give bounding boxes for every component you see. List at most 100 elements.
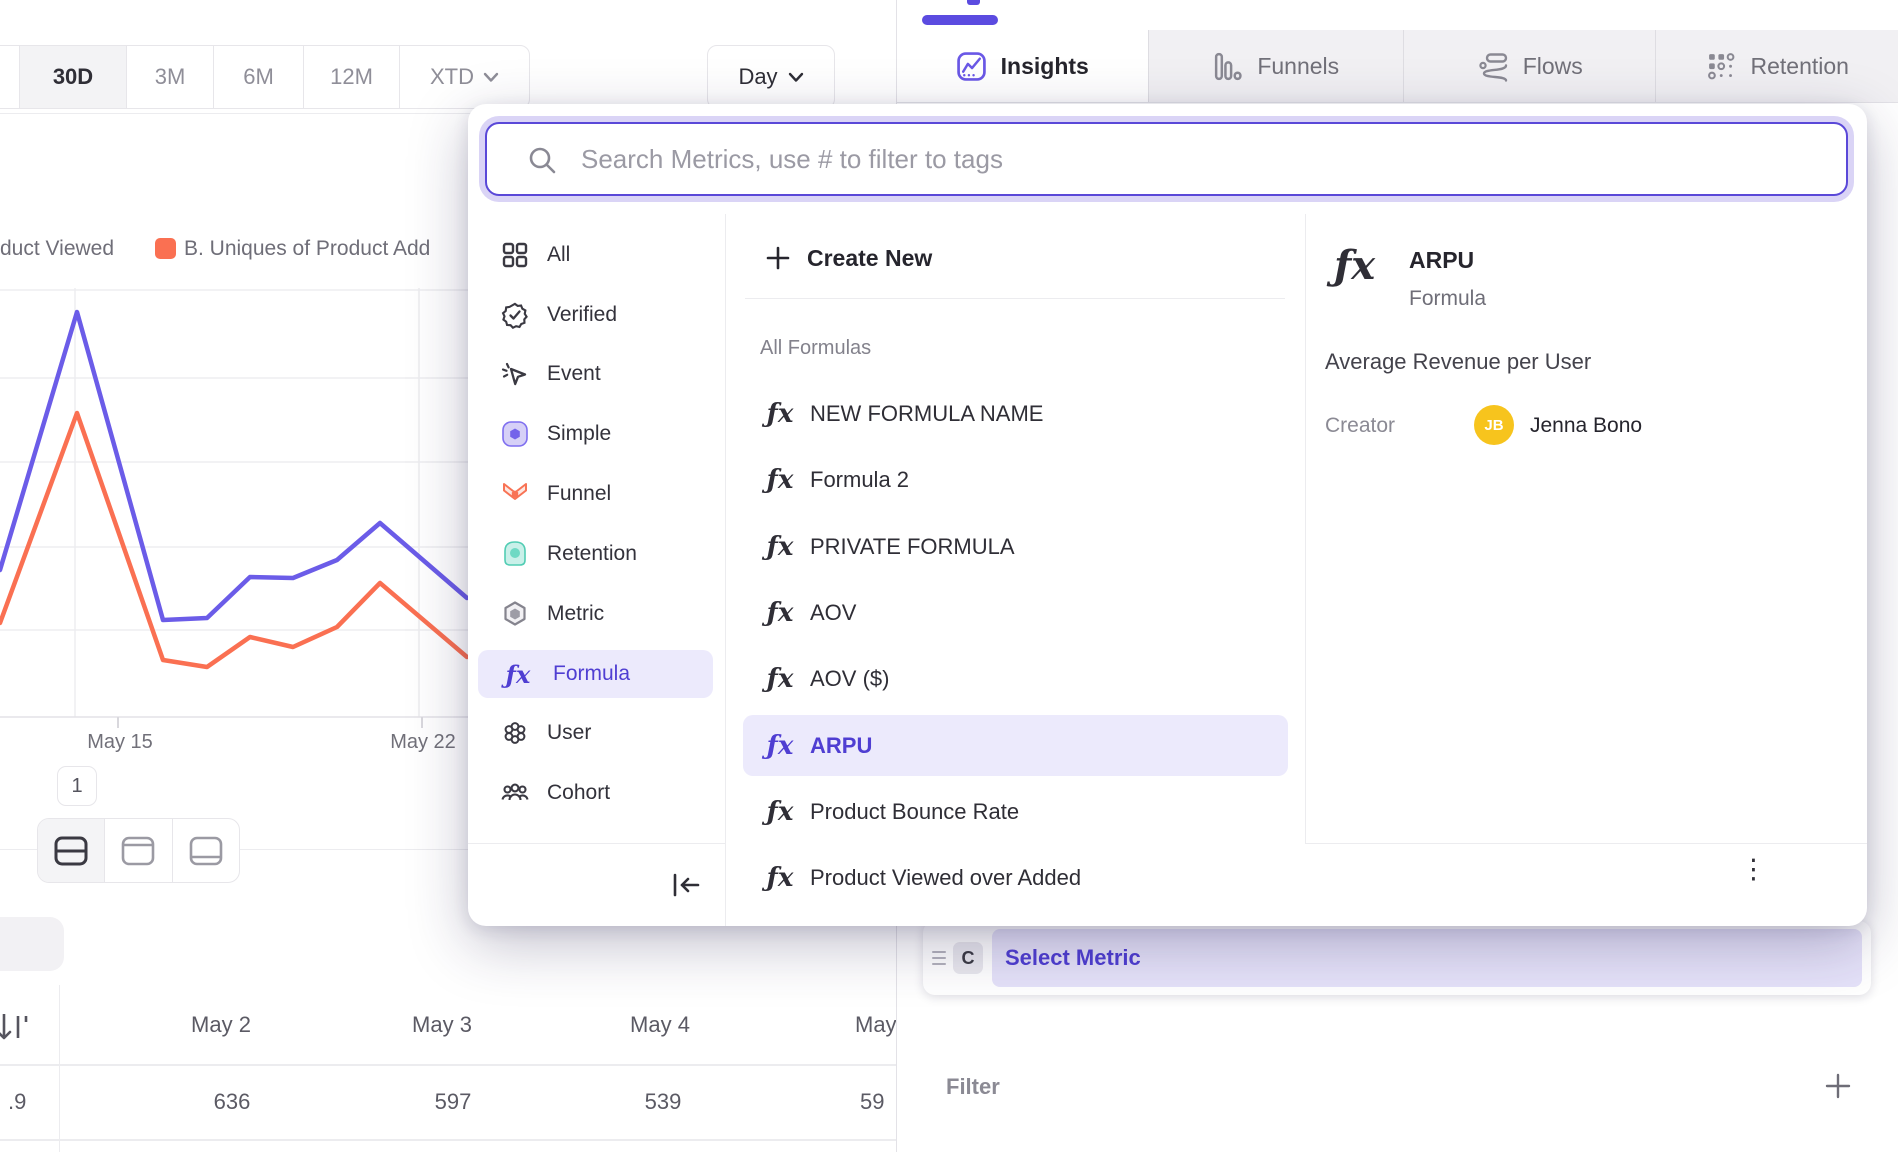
collapse-sidebar-icon[interactable]: [670, 871, 702, 899]
table-cell: 59: [860, 1089, 884, 1115]
select-metric-label: Select Metric: [1005, 945, 1141, 971]
date-range-xtd-label: XTD: [430, 64, 474, 90]
select-metric-button[interactable]: Select Metric: [992, 929, 1862, 987]
pagination-page-button[interactable]: 1: [57, 766, 97, 806]
date-range-6m[interactable]: 6M: [213, 46, 303, 108]
table-header[interactable]: May 4: [630, 1012, 690, 1038]
granularity-label: Day: [738, 64, 777, 90]
table-header[interactable]: May: [855, 1012, 897, 1038]
create-new-button[interactable]: Create New: [725, 234, 1305, 282]
formula-list-item[interactable]: ƒxPRIVATE FORMULA: [725, 520, 1305, 574]
sidebar-item-retention[interactable]: Retention: [468, 530, 713, 578]
breakdown-chip: [0, 917, 64, 971]
formula-list-item[interactable]: ƒx NEW FORMULA NAME: [725, 387, 1305, 441]
tab-label: Flows: [1523, 53, 1583, 80]
sidebar-item-all[interactable]: All: [468, 231, 713, 279]
event-click-icon: [500, 359, 530, 389]
formula-list-item[interactable]: ƒxProduct Bounce Rate: [725, 785, 1305, 839]
formula-item-label: NEW FORMULA NAME: [810, 401, 1043, 427]
search-input[interactable]: [485, 122, 1848, 196]
simple-metric-icon: [500, 419, 530, 449]
tab-retention[interactable]: Retention: [1655, 30, 1898, 102]
formula-item-label: Product Viewed over Added: [810, 865, 1081, 891]
table-row-label-fragment: .9: [8, 1089, 26, 1115]
top-panel-icon: [120, 835, 156, 867]
x-axis-label: May 15: [87, 731, 153, 754]
date-range-cutoff[interactable]: [0, 46, 19, 108]
active-report-indicator: [922, 15, 998, 25]
sidebar-item-label: Event: [547, 362, 601, 386]
insights-icon: [956, 51, 987, 82]
date-range-group: 30D 3M 6M 12M XTD: [0, 45, 530, 109]
formula-list-item[interactable]: ƒx Product Viewed over Added: [725, 851, 1305, 905]
legend-swatch-b: [155, 238, 176, 259]
avatar: JB: [1474, 405, 1514, 445]
date-range-3m[interactable]: 3M: [126, 46, 213, 108]
add-filter-button[interactable]: [1824, 1072, 1852, 1100]
layout-bottom-panel-button[interactable]: [172, 819, 239, 882]
tab-label: Insights: [1001, 53, 1089, 80]
sidebar-item-metric[interactable]: Metric: [468, 590, 713, 638]
date-range-12m[interactable]: 12M: [303, 46, 399, 108]
funnels-icon: [1212, 51, 1243, 82]
table-cell: 636: [214, 1089, 251, 1115]
sidebar-footer-divider: [468, 843, 725, 844]
tab-insights[interactable]: Insights: [897, 30, 1148, 102]
sidebar-item-funnel[interactable]: Funnel: [468, 470, 713, 518]
table-cell: 539: [645, 1089, 682, 1115]
sidebar-item-verified[interactable]: Verified: [468, 291, 713, 339]
granularity-dropdown[interactable]: Day: [707, 45, 835, 109]
retention-icon: [1706, 51, 1737, 82]
tab-funnels[interactable]: Funnels: [1148, 30, 1403, 102]
metric-hexagon-icon: [500, 599, 530, 629]
formula-list-item[interactable]: ƒxAOV: [725, 586, 1305, 640]
tab-flows[interactable]: Flows: [1403, 30, 1656, 102]
tab-label: Retention: [1751, 53, 1849, 80]
kebab-menu-icon[interactable]: ⋮: [1740, 856, 1767, 883]
sidebar-item-formula[interactable]: ƒx Formula: [478, 650, 713, 698]
list-divider: [745, 298, 1285, 299]
formula-icon: ƒx: [762, 399, 798, 429]
layout-split-horizontal-button[interactable]: [38, 819, 104, 882]
layout-top-panel-button[interactable]: [104, 819, 171, 882]
drag-handle-icon[interactable]: [932, 951, 946, 965]
formula-item-label: PRIVATE FORMULA: [810, 534, 1015, 560]
sidebar-item-label: User: [547, 721, 591, 745]
formula-list-item[interactable]: ƒxAOV ($): [725, 652, 1305, 706]
creator-name: Jenna Bono: [1530, 414, 1642, 438]
date-range-30d[interactable]: 30D: [19, 46, 126, 108]
detail-creator-label: Creator: [1325, 414, 1395, 438]
formula-icon: ƒx: [500, 659, 536, 689]
table-header[interactable]: May 2: [191, 1012, 251, 1038]
legend-item-a[interactable]: duct Viewed: [0, 237, 114, 261]
sidebar-item-event[interactable]: Event: [468, 350, 713, 398]
formula-icon: ƒx: [762, 863, 798, 893]
sidebar-item-user[interactable]: User: [468, 709, 713, 757]
verified-badge-icon: [500, 300, 530, 330]
table-row-divider: [0, 1064, 896, 1066]
detail-footer-divider: [1305, 843, 1867, 844]
funnel-metric-icon: [500, 479, 530, 509]
formula-item-label: AOV ($): [810, 666, 889, 692]
sidebar-item-cohort[interactable]: Cohort: [468, 769, 713, 817]
formula-list-item[interactable]: ƒxFormula 2: [725, 453, 1305, 507]
cohort-people-icon: [500, 778, 530, 808]
sidebar-item-label: Simple: [547, 422, 611, 446]
split-horizontal-icon: [53, 835, 89, 867]
retention-metric-icon: [500, 539, 530, 569]
sidebar-item-label: Cohort: [547, 781, 610, 805]
sort-icon[interactable]: [0, 1010, 34, 1044]
formula-list-item-selected[interactable]: ƒxARPU: [743, 715, 1288, 776]
legend-item-b[interactable]: B. Uniques of Product Add: [184, 237, 430, 261]
sidebar-item-label: Funnel: [547, 482, 611, 506]
search-field-wrap: [485, 122, 1848, 196]
detail-type-label: Formula: [1409, 287, 1486, 311]
analytics-app: 30D 3M 6M 12M XTD Day duct Viewed B. Uni…: [0, 0, 1898, 1152]
formula-icon: ƒx: [762, 465, 798, 495]
table-header[interactable]: May 3: [412, 1012, 472, 1038]
sidebar-item-simple[interactable]: Simple: [468, 410, 713, 458]
list-section-header: All Formulas: [760, 337, 871, 360]
search-icon: [527, 145, 557, 175]
plus-icon: [765, 245, 791, 271]
date-range-xtd[interactable]: XTD: [399, 46, 529, 108]
